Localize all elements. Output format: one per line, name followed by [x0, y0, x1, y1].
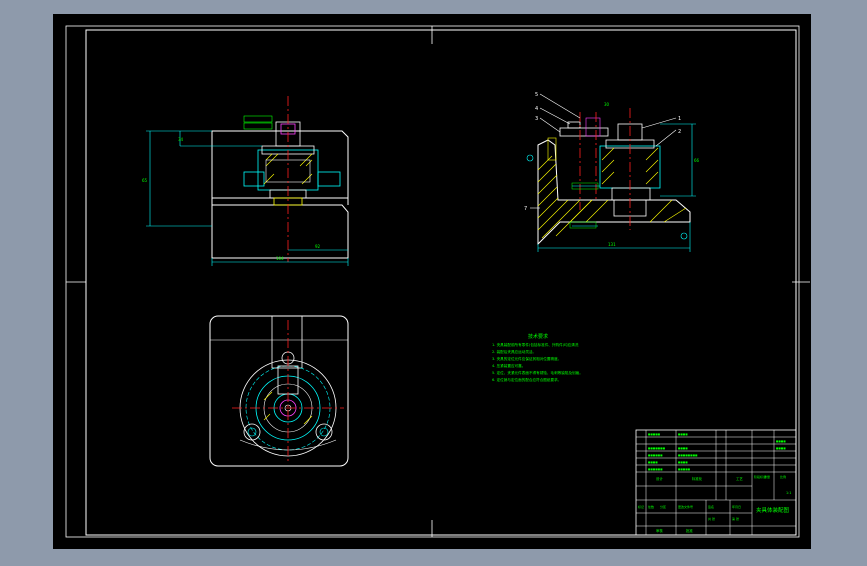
- front-dim-2: 65: [142, 178, 148, 183]
- front-dim-1: 34: [178, 137, 184, 142]
- tb-cell: 1:1: [786, 491, 791, 495]
- notes-line: 6. 定位销与定位面的配合应符合图纸要求。: [492, 377, 561, 382]
- section-dim-1: 66: [694, 158, 700, 163]
- section-dim-3: 131: [608, 242, 616, 247]
- notes-line: 2. 装配后夹具应运动灵活。: [492, 349, 536, 354]
- tb-cell: 处数: [648, 504, 654, 509]
- tb-cell: 年月日: [732, 504, 741, 509]
- title-block-title: 夹具体装配图: [756, 506, 790, 514]
- balloon-7: 7: [524, 206, 527, 212]
- balloon-3: 3: [535, 116, 538, 122]
- svg-text:■■■■■■■: ■■■■■■■: [648, 447, 666, 450]
- balloon-1: 1: [678, 116, 681, 122]
- notes-line: 3. 夹具的定位元件应保证其相对位置精度。: [492, 356, 561, 361]
- tb-cell: 标准化: [692, 476, 703, 481]
- tb-cell: 更改文件号: [678, 504, 693, 509]
- svg-text:■■■■■■: ■■■■■■: [648, 468, 663, 471]
- svg-text:■■■■: ■■■■: [776, 440, 786, 443]
- notes-line: 4. 压紧装置应可靠。: [492, 363, 525, 368]
- tb-cell: 审核: [656, 528, 663, 533]
- svg-text:■■■■: ■■■■: [678, 447, 688, 450]
- svg-text:■■■■: ■■■■: [648, 461, 658, 464]
- tb-cell: 签名: [708, 504, 714, 509]
- tb-cell: 工艺: [736, 476, 743, 481]
- balloon-5: 5: [535, 92, 538, 98]
- front-dim-3: 92: [315, 244, 321, 249]
- drawing-sheet: 34 65 92 104 5 4 3 1 2 7 66 30 131 技术要求 …: [53, 14, 811, 549]
- notes-line: 5. 定位、夹紧元件表面不得有锈蚀、毛刺等缺陷及划痕。: [492, 370, 583, 375]
- svg-text:■■■■■: ■■■■■: [648, 433, 661, 436]
- tb-cell: 重量: [764, 474, 770, 479]
- tb-cell: 设计: [656, 476, 663, 481]
- tb-cell: 比例: [780, 474, 786, 479]
- svg-text:■■■■: ■■■■: [776, 447, 786, 450]
- svg-text:■■■■: ■■■■: [678, 461, 688, 464]
- notes-title: 技术要求: [528, 333, 548, 340]
- svg-text:■■■■■■: ■■■■■■: [648, 454, 663, 457]
- tb-cell: 标记: [638, 504, 644, 509]
- tb-cell: 分区: [660, 504, 666, 509]
- balloon-2: 2: [678, 129, 681, 135]
- tb-cell: 第 张: [732, 516, 739, 521]
- notes-line: 1. 夹具装配前所有零件(包括标准件、外购件)均应清洗: [492, 342, 579, 347]
- section-dim-2: 30: [604, 102, 610, 107]
- svg-text:■■■■■■■■: ■■■■■■■■: [678, 454, 698, 457]
- front-dim-4: 104: [276, 256, 284, 261]
- balloon-4: 4: [535, 106, 538, 112]
- svg-text:■■■■■: ■■■■■: [678, 468, 691, 471]
- cad-viewport[interactable]: 34 65 92 104 5 4 3 1 2 7 66 30 131 技术要求 …: [0, 0, 867, 562]
- tb-cell: 共 张: [708, 516, 715, 521]
- tb-cell: 批准: [686, 528, 693, 533]
- svg-text:■■■■: ■■■■: [678, 433, 688, 436]
- sheet-background: [53, 14, 811, 549]
